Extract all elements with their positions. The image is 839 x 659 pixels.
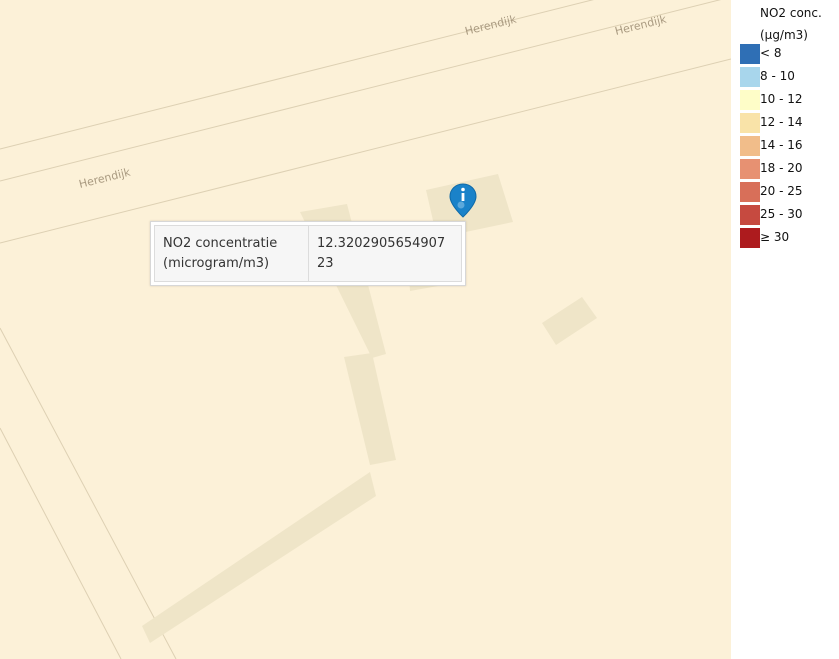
info-marker-icon[interactable] <box>449 183 477 219</box>
building <box>344 353 396 465</box>
legend-item: 18 - 20 <box>740 159 839 179</box>
legend-panel: NO2 conc. (µg/m3) < 8 8 - 10 10 - 12 12 - 1… <box>731 0 839 659</box>
feature-info-popup: NO2 concentratie (microgram/m3) 12.32029… <box>150 221 466 286</box>
legend-title-line: (µg/m3) <box>760 28 808 42</box>
road-label: Herendijk <box>464 12 519 37</box>
legend-item: 10 - 12 <box>740 90 839 110</box>
legend-title: NO2 conc. (µg/m3) <box>760 2 822 46</box>
road-line <box>0 427 122 659</box>
legend-label: 10 - 12 <box>760 92 803 106</box>
legend-title-line: NO2 conc. <box>760 6 822 20</box>
map-canvas[interactable]: Herendijk Herendijk Herendijk NO2 concen… <box>0 0 731 659</box>
attribute-name: NO2 concentratie (microgram/m3) <box>154 225 309 282</box>
attribute-value: 12.320290565490723 <box>308 225 462 282</box>
legend-swatch <box>740 67 760 87</box>
legend-label: < 8 <box>760 46 782 60</box>
legend-swatch <box>740 205 760 225</box>
legend-label: 25 - 30 <box>760 207 803 221</box>
legend-item: 8 - 10 <box>740 67 839 87</box>
legend-item: 14 - 16 <box>740 136 839 156</box>
legend-label: 12 - 14 <box>760 115 803 129</box>
legend-item: < 8 <box>740 44 839 64</box>
legend-item: 20 - 25 <box>740 182 839 202</box>
legend-label: 8 - 10 <box>760 69 795 83</box>
building <box>142 472 376 643</box>
map-layer: Herendijk Herendijk Herendijk <box>0 0 731 659</box>
legend-swatch <box>740 182 760 202</box>
legend-label: ≥ 30 <box>760 230 790 244</box>
legend-swatch <box>740 228 760 248</box>
road-label: Herendijk <box>614 12 669 37</box>
legend-swatch <box>740 159 760 179</box>
legend-swatch <box>740 113 760 133</box>
feature-info-table: NO2 concentratie (microgram/m3) 12.32029… <box>154 225 462 282</box>
legend-label: 18 - 20 <box>760 161 803 175</box>
legend-swatch <box>740 136 760 156</box>
road-line <box>0 58 731 244</box>
legend-swatch <box>740 90 760 110</box>
legend-label: 14 - 16 <box>760 138 803 152</box>
legend-swatch <box>740 44 760 64</box>
road-label: Herendijk <box>78 165 133 190</box>
table-row: NO2 concentratie (microgram/m3) 12.32029… <box>154 225 462 282</box>
legend-item: ≥ 30 <box>740 228 839 248</box>
legend-item: 25 - 30 <box>740 205 839 225</box>
road-line <box>0 327 177 659</box>
legend-item: 12 - 14 <box>740 113 839 133</box>
legend-label: 20 - 25 <box>760 184 803 198</box>
building <box>542 297 597 345</box>
